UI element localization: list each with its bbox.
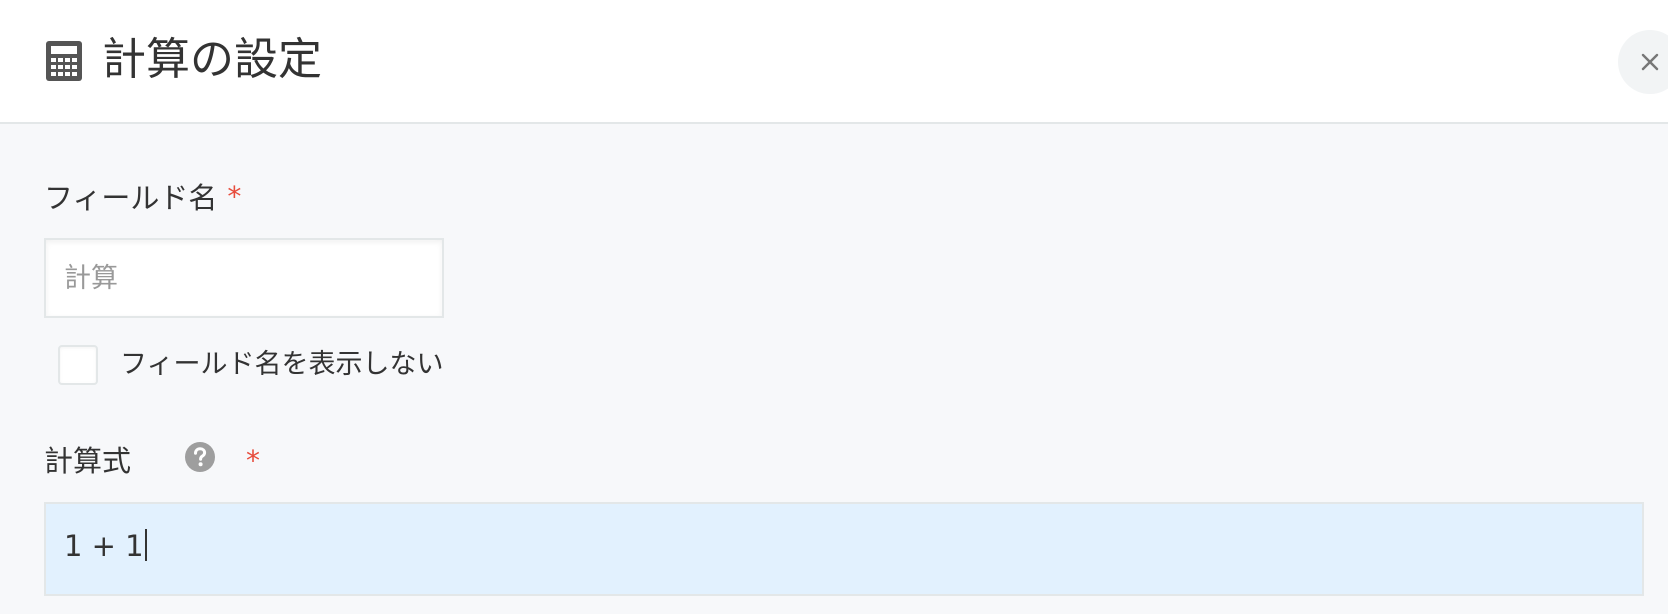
close-icon [1641, 53, 1659, 71]
field-name-label: フィールド名 [44, 181, 218, 215]
calculator-icon [46, 41, 82, 81]
field-name-label-row: フィールド名 * [44, 177, 241, 218]
dialog-header: 計算の設定 [0, 0, 1668, 124]
dialog-title: 計算の設定 [102, 34, 322, 85]
question-circle-icon[interactable] [184, 441, 216, 473]
hide-field-name-checkbox[interactable] [58, 345, 98, 385]
field-name-input[interactable] [44, 238, 444, 318]
text-caret [144, 529, 147, 561]
formula-value: 1 + 1 [64, 529, 144, 563]
close-button[interactable] [1618, 30, 1668, 94]
formula-label: 計算式 [44, 444, 132, 478]
calculation-settings-dialog: 計算の設定 フィールド名 * フィールド名を表示しない 計算式 * 1 + 1 [0, 0, 1668, 614]
hide-field-name-label[interactable]: フィールド名を表示しない [120, 345, 443, 385]
required-mark: * [246, 444, 260, 477]
formula-textarea[interactable]: 1 + 1 [44, 502, 1644, 596]
required-mark: * [227, 180, 242, 213]
